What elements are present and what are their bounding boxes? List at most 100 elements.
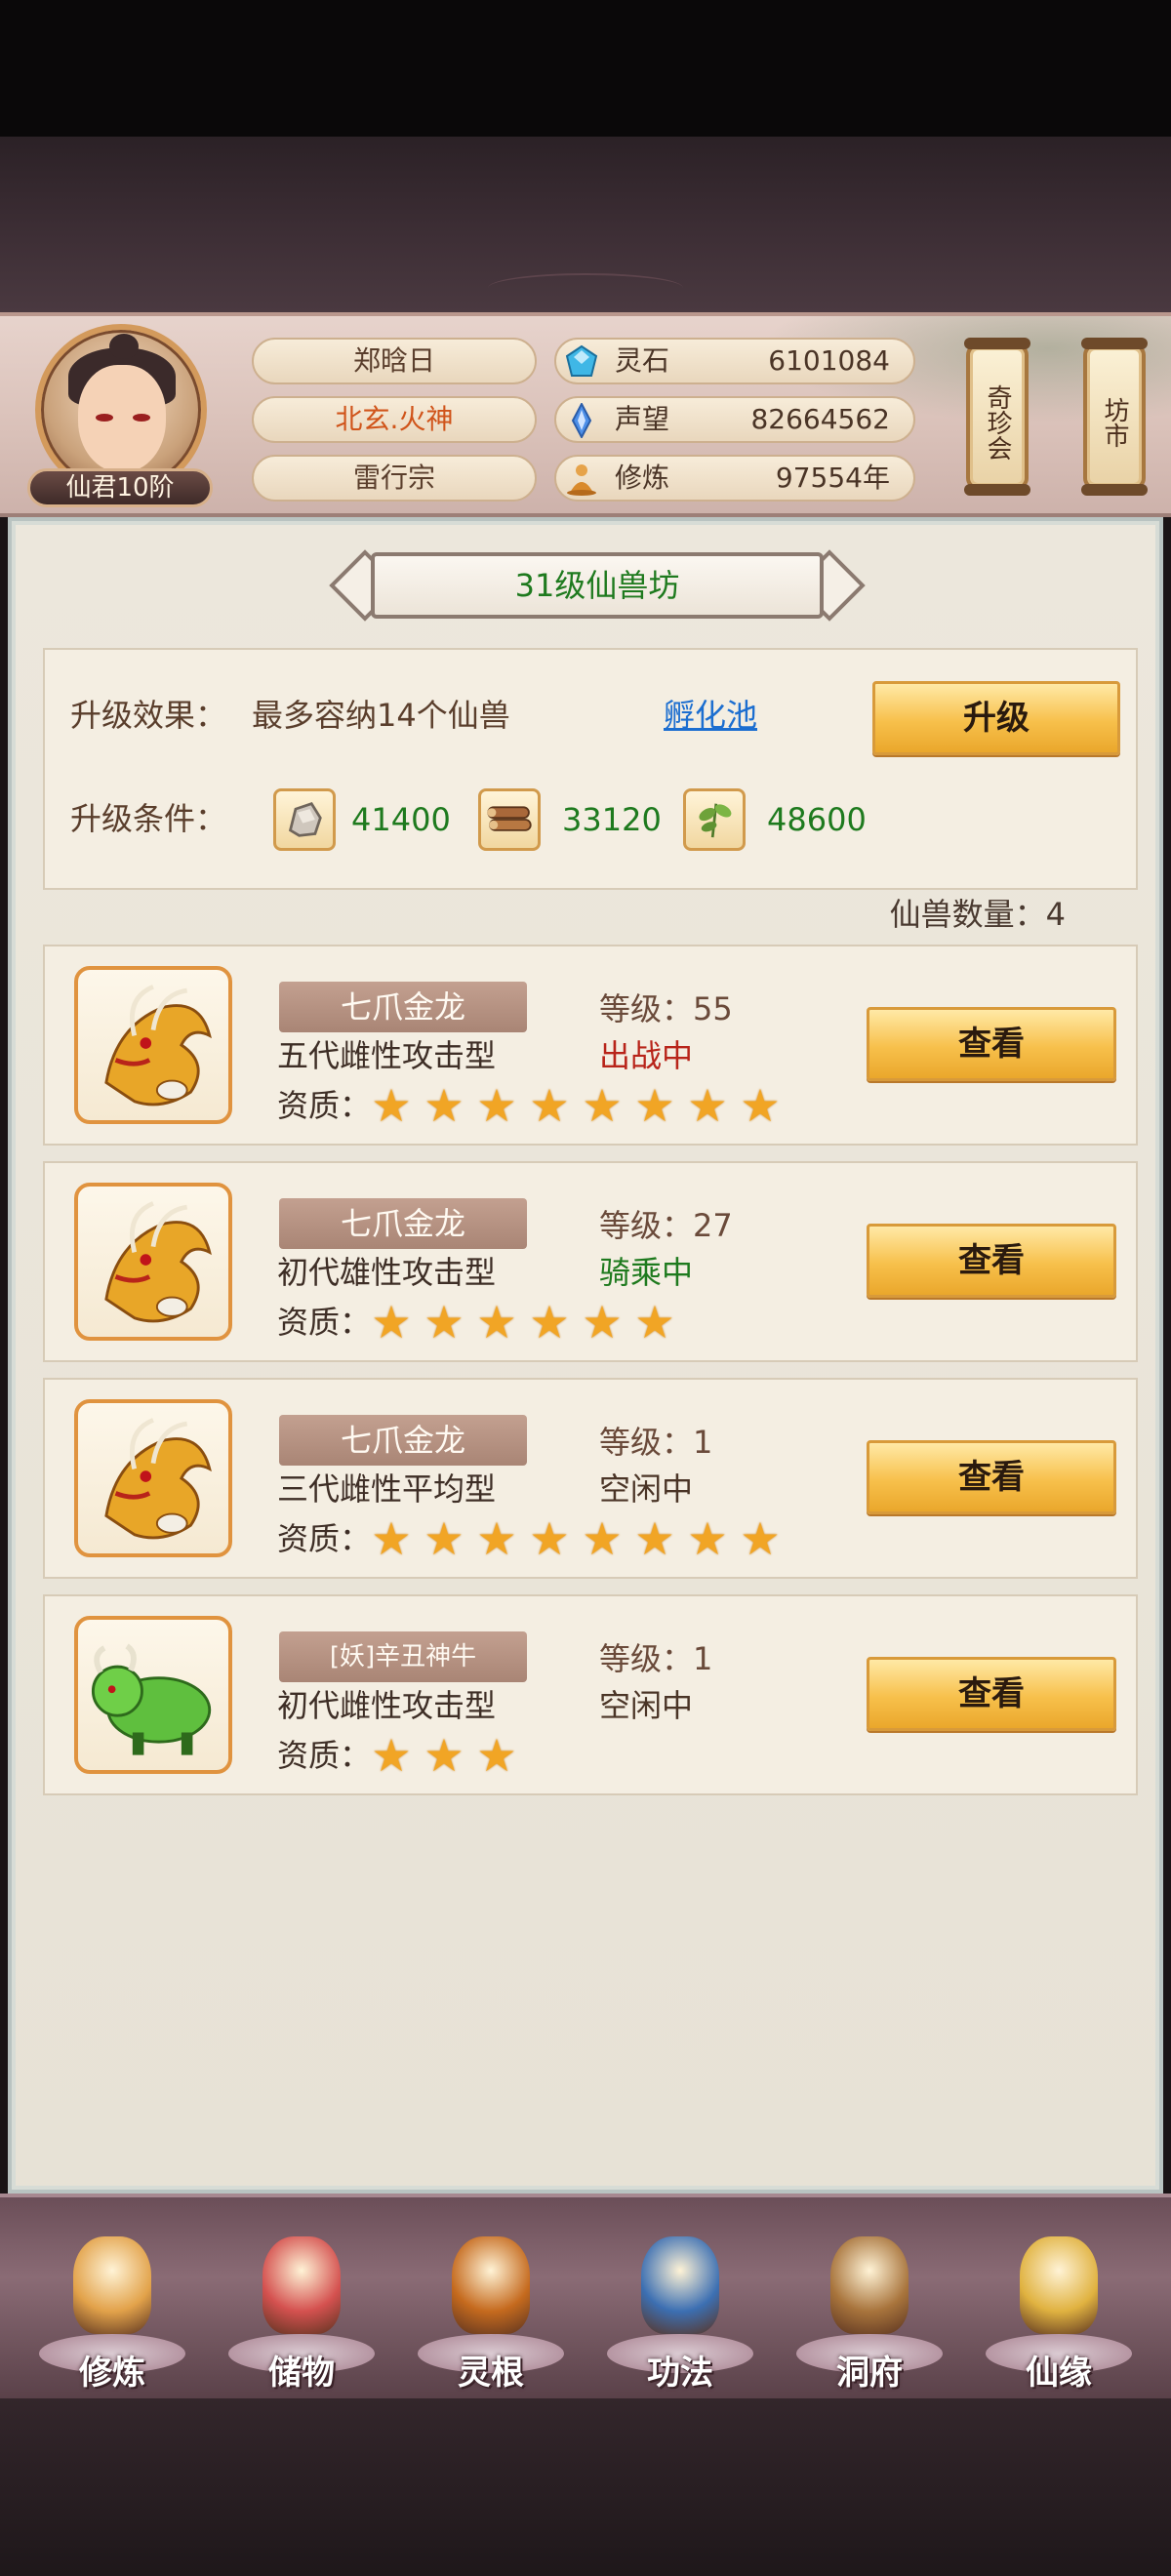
avatar[interactable]: 仙君10阶: [27, 324, 213, 509]
bottom-nav: 修炼 储物 灵根 功法 洞府 仙缘: [0, 2194, 1171, 2398]
skill-book-icon: [641, 2236, 719, 2334]
treasure-fair-label: 奇珍会: [983, 384, 1012, 461]
stat-value: 6101084: [768, 344, 890, 377]
ore-glyph: [288, 802, 322, 837]
beast-portrait[interactable]: [74, 966, 232, 1124]
storage-bag-icon: [262, 2236, 341, 2334]
upgrade-section: 升级效果： 最多容纳14个仙兽 孵化池 升级 升级条件： 41400 33120: [43, 648, 1138, 890]
beast-portrait[interactable]: [74, 1616, 232, 1774]
nav-item-cultivate-nav[interactable]: 修炼: [29, 2217, 195, 2393]
cave-house-icon: [830, 2236, 909, 2334]
star-icon: ★: [582, 1512, 623, 1565]
player-sect[interactable]: 雷行宗: [252, 455, 537, 502]
avatar-eye-left: [96, 414, 113, 422]
quality-stars: ★ ★ ★ ★ ★ ★: [367, 1298, 679, 1347]
beast-desc: 三代雌性平均型: [277, 1470, 497, 1508]
beast-name: 七爪金龙: [279, 982, 527, 1032]
stat-label: 声望: [615, 403, 670, 435]
stat-reputation: 声望 82664562: [554, 396, 915, 443]
beast-state: 空闲中: [599, 1687, 694, 1724]
beast-desc: 初代雌性攻击型: [277, 1687, 497, 1724]
beast-name: 七爪金龙: [279, 1198, 527, 1249]
wood-glyph: [487, 806, 532, 831]
beast-card: 七爪金龙 初代雄性攻击型 资质： ★ ★ ★ ★ ★ ★ 等级：27 骑乘中 查看: [43, 1161, 1138, 1362]
avatar-eye-right: [133, 414, 150, 422]
upgrade-effect-text: 最多容纳14个仙兽: [252, 697, 510, 734]
star-icon: ★: [371, 1512, 412, 1565]
resource-wood-value: 33120: [562, 801, 662, 838]
spirit-stone-icon: [565, 344, 598, 377]
market-button[interactable]: 坊市: [1081, 338, 1148, 496]
beast-name: [妖]辛丑神牛: [279, 1631, 527, 1682]
green-ox-icon: [91, 1643, 212, 1755]
beast-card: 七爪金龙 三代雌性平均型 资质： ★ ★ ★ ★ ★ ★ ★ ★ 等级：1 空闲中 查看: [43, 1378, 1138, 1579]
stat-cultivation: 修炼 97554年: [554, 455, 915, 502]
star-icon: ★: [424, 1729, 464, 1782]
beast-card: 七爪金龙 五代雌性攻击型 资质： ★ ★ ★ ★ ★ ★ ★ ★ 等级：55 出战中 查看: [43, 945, 1138, 1146]
star-icon: ★: [740, 1079, 781, 1132]
quality-label: 资质：: [277, 1520, 372, 1557]
stat-value: 97554年: [775, 462, 890, 494]
beast-portrait[interactable]: [74, 1183, 232, 1341]
player-header: 仙君10阶 郑晗日 北玄.火神 雷行宗 灵石 6101084 声望 826645…: [0, 312, 1171, 517]
stat-label: 修炼: [615, 462, 670, 494]
nav-item-cave-house[interactable]: 洞府: [787, 2217, 952, 2393]
nav-item-storage-bag[interactable]: 储物: [219, 2217, 384, 2393]
star-icon: ★: [371, 1296, 412, 1348]
star-icon: ★: [371, 1079, 412, 1132]
star-icon: ★: [476, 1079, 517, 1132]
star-icon: ★: [582, 1079, 623, 1132]
scroll-cap: [964, 338, 1030, 349]
star-icon: ★: [424, 1079, 464, 1132]
nav-label: 修炼: [79, 2354, 145, 2393]
upgrade-effect-label: 升级效果：: [70, 697, 227, 734]
ore-icon: [273, 788, 336, 851]
nav-label: 储物: [268, 2354, 335, 2393]
top-background: [0, 137, 1171, 312]
view-button[interactable]: 查看: [867, 1007, 1116, 1081]
view-button[interactable]: 查看: [867, 1657, 1116, 1731]
market-label: 坊市: [1100, 397, 1129, 448]
panel-title: 31级仙兽坊: [371, 552, 824, 619]
beast-state: 出战中: [599, 1037, 694, 1074]
upgrade-cond-label: 升级条件：: [70, 800, 227, 837]
wood-icon: [478, 788, 541, 851]
view-button[interactable]: 查看: [867, 1440, 1116, 1514]
nav-item-skill-book[interactable]: 功法: [597, 2217, 763, 2393]
herb-glyph: [699, 803, 732, 838]
star-icon: ★: [634, 1296, 675, 1348]
golden-dragon-icon: [104, 1418, 212, 1540]
scroll-cap: [1081, 484, 1148, 496]
star-icon: ★: [634, 1512, 675, 1565]
nav-item-fate-gourd[interactable]: 仙缘: [976, 2217, 1142, 2393]
quality-label: 资质：: [277, 1737, 372, 1774]
stat-label: 灵石: [615, 344, 670, 377]
herb-icon: [683, 788, 746, 851]
quality-stars: ★ ★ ★ ★ ★ ★ ★ ★: [367, 1081, 785, 1130]
top-bar: [0, 0, 1171, 137]
hatch-pool-link[interactable]: 孵化池: [664, 691, 757, 736]
star-icon: ★: [687, 1512, 728, 1565]
cultivate-nav-icon: [73, 2236, 151, 2334]
nav-label: 洞府: [836, 2354, 903, 2393]
view-button[interactable]: 查看: [867, 1224, 1116, 1298]
player-title[interactable]: 北玄.火神: [252, 396, 537, 443]
star-icon: ★: [582, 1296, 623, 1348]
treasure-fair-button[interactable]: 奇珍会: [964, 338, 1030, 496]
beast-portrait[interactable]: [74, 1399, 232, 1557]
spirit-root-icon: [452, 2236, 530, 2334]
upgrade-button[interactable]: 升级: [872, 681, 1120, 755]
star-icon: ★: [371, 1729, 412, 1782]
beast-desc: 初代雄性攻击型: [277, 1254, 497, 1291]
beast-name: 七爪金龙: [279, 1415, 527, 1466]
ornament-divider: [488, 273, 683, 302]
beast-count: 仙兽数量：4: [889, 896, 1066, 933]
nav-label: 功法: [647, 2354, 713, 2393]
star-icon: ★: [424, 1512, 464, 1565]
nav-label: 仙缘: [1026, 2354, 1092, 2393]
nav-item-spirit-root[interactable]: 灵根: [408, 2217, 574, 2393]
resource-ore-value: 41400: [351, 801, 451, 838]
quality-label: 资质：: [277, 1087, 372, 1124]
beast-level: 等级：55: [599, 990, 733, 1027]
player-rank: 仙君10阶: [27, 468, 213, 507]
